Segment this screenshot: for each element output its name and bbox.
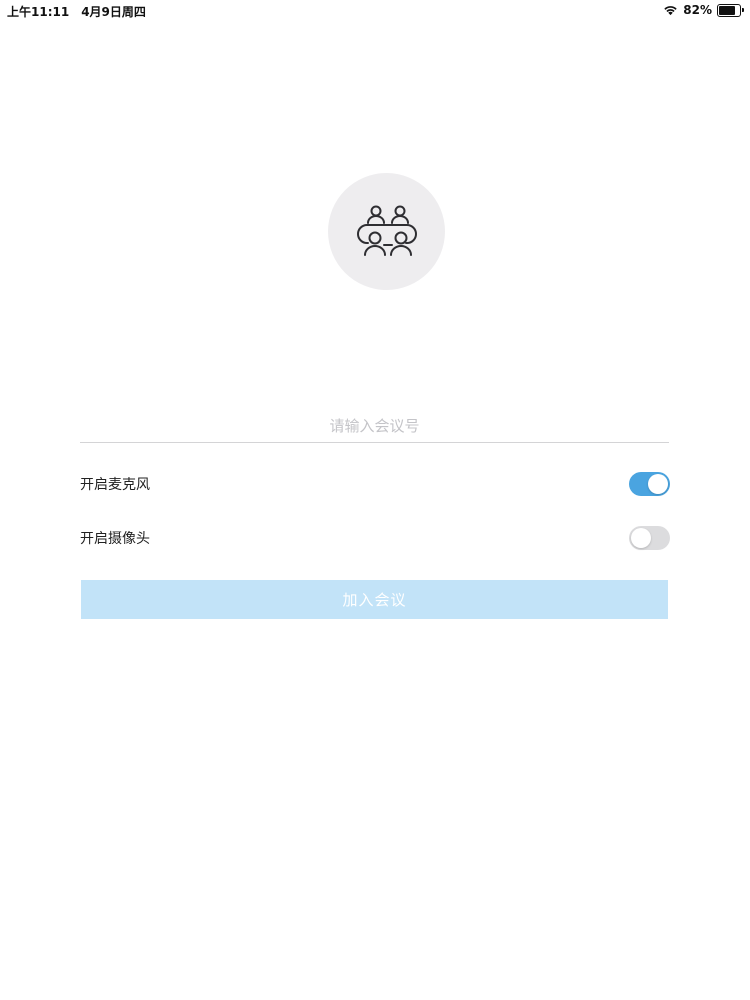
meeting-number-input[interactable] xyxy=(80,410,669,442)
meeting-avatar xyxy=(328,173,445,290)
status-bar: 上午11:11 4月9日周四 82% xyxy=(0,0,750,22)
meeting-table-icon xyxy=(356,205,417,256)
status-date: 4月9日周四 xyxy=(81,5,146,19)
mic-option-label: 开启麦克风 xyxy=(80,477,150,493)
camera-option-row: 开启摄像头 xyxy=(80,523,670,553)
mic-toggle-knob xyxy=(648,474,668,494)
meeting-number-field xyxy=(80,410,669,443)
camera-toggle-knob xyxy=(631,528,651,548)
battery-fill xyxy=(719,5,736,15)
wifi-icon xyxy=(663,4,678,16)
battery-cap xyxy=(742,8,744,12)
battery-icon xyxy=(717,3,744,17)
status-right: 82% xyxy=(663,3,744,17)
join-meeting-button[interactable]: 加入会议 xyxy=(81,580,668,619)
status-left: 上午11:11 4月9日周四 xyxy=(7,3,146,20)
battery-body xyxy=(717,3,741,17)
battery-percent: 82% xyxy=(683,3,712,17)
camera-option-label: 开启摄像头 xyxy=(80,531,150,547)
mic-option-row: 开启麦克风 xyxy=(80,469,670,499)
join-meeting-screen: 上午11:11 4月9日周四 82% 请输入会议号 开启麦克风 开启摄像头 加入… xyxy=(0,0,750,1000)
camera-toggle[interactable] xyxy=(629,526,670,550)
mic-toggle[interactable] xyxy=(629,472,670,496)
status-time: 上午11:11 xyxy=(7,5,70,19)
